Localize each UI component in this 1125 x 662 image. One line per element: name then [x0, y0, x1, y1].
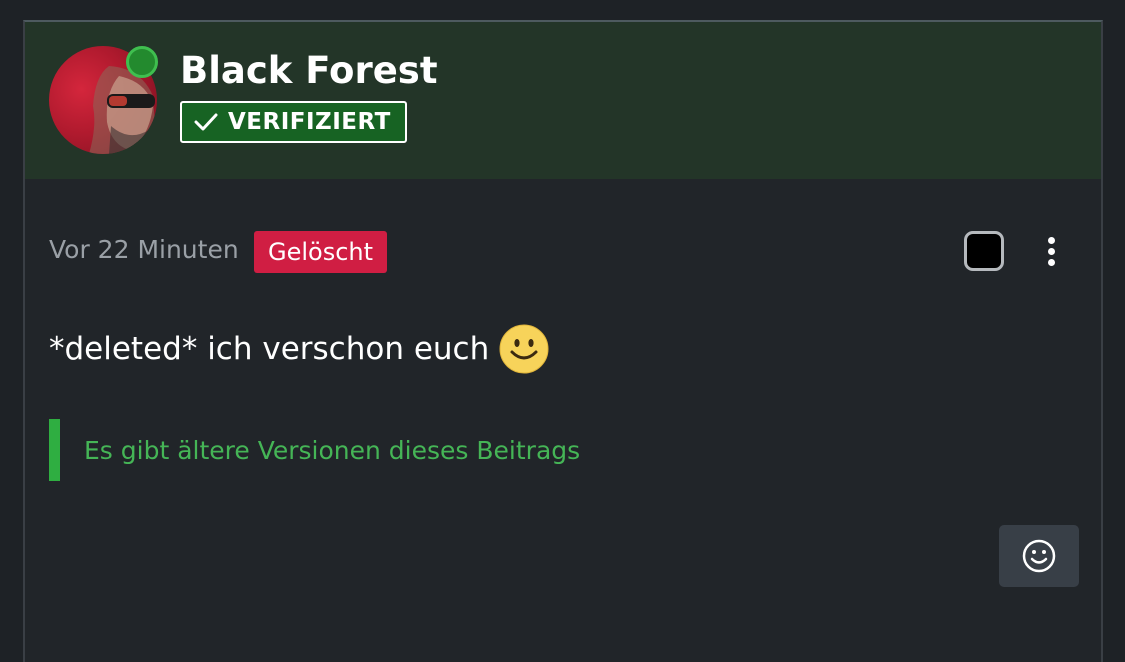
author-name[interactable]: Black Forest: [180, 48, 438, 94]
post-header: Black Forest VERIFIZIERT: [25, 22, 1101, 179]
older-versions-notice: Es gibt ältere Versionen dieses Beitrags: [49, 419, 580, 481]
post-message: *deleted* ich verschon euch: [49, 324, 549, 374]
verified-badge: VERIFIZIERT: [180, 101, 407, 143]
post-card: Black Forest VERIFIZIERT Vor 22 Minuten …: [23, 20, 1103, 662]
add-reaction-button[interactable]: [999, 525, 1079, 587]
older-versions-link[interactable]: Es gibt ältere Versionen dieses Beitrags: [84, 436, 580, 465]
post-message-text: *deleted* ich verschon euch: [49, 331, 490, 367]
deleted-status-badge: Gelöscht: [254, 231, 388, 273]
smiley-emoji-icon: [499, 324, 549, 374]
checkmark-icon: [194, 113, 218, 131]
more-options-kebab-icon[interactable]: [1038, 233, 1064, 269]
select-checkbox[interactable]: [964, 231, 1004, 271]
post-timestamp: Vor 22 Minuten: [49, 235, 239, 264]
online-status-indicator: [126, 46, 158, 78]
smiley-icon: [1022, 539, 1056, 573]
verified-label: VERIFIZIERT: [228, 109, 391, 135]
